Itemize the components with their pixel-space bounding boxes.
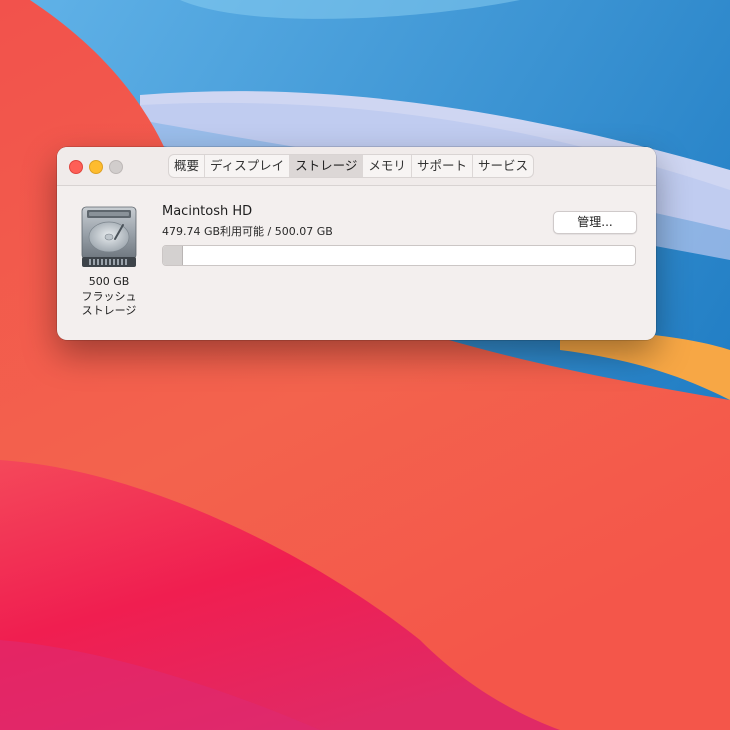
drive-type-line1: フラッシュ	[81, 289, 137, 303]
minimize-button[interactable]	[89, 160, 103, 174]
drive-type-line2: ストレージ	[81, 304, 137, 317]
titlebar: 概要 ディスプレイ ストレージ メモリ サポート サービス	[57, 147, 656, 186]
manage-button[interactable]: 管理...	[553, 211, 637, 234]
tab-storage[interactable]: ストレージ	[289, 155, 363, 177]
zoom-button[interactable]	[109, 160, 123, 174]
tab-support[interactable]: サポート	[410, 155, 472, 177]
volume-availability: 479.74 GB利用可能 / 500.07 GB	[162, 225, 333, 238]
tab-service[interactable]: サービス	[471, 155, 533, 177]
about-this-mac-window: 概要 ディスプレイ ストレージ メモリ サポート サービス 500 GB フラッ…	[57, 147, 656, 340]
tab-bar: 概要 ディスプレイ ストレージ メモリ サポート サービス	[168, 154, 534, 178]
drive-caption: 500 GB フラッシュ ストレージ	[71, 275, 147, 319]
hard-drive-icon	[81, 206, 137, 267]
desktop-wallpaper	[0, 0, 730, 730]
tab-overview[interactable]: 概要	[169, 155, 204, 177]
tab-displays[interactable]: ディスプレイ	[204, 155, 289, 177]
storage-used-segment	[163, 246, 184, 265]
drive-size-label: 500 GB	[88, 275, 130, 288]
close-button[interactable]	[69, 160, 83, 174]
storage-usage-bar	[162, 245, 636, 266]
tab-memory[interactable]: メモリ	[362, 155, 411, 177]
volume-name: Macintosh HD	[162, 204, 253, 219]
